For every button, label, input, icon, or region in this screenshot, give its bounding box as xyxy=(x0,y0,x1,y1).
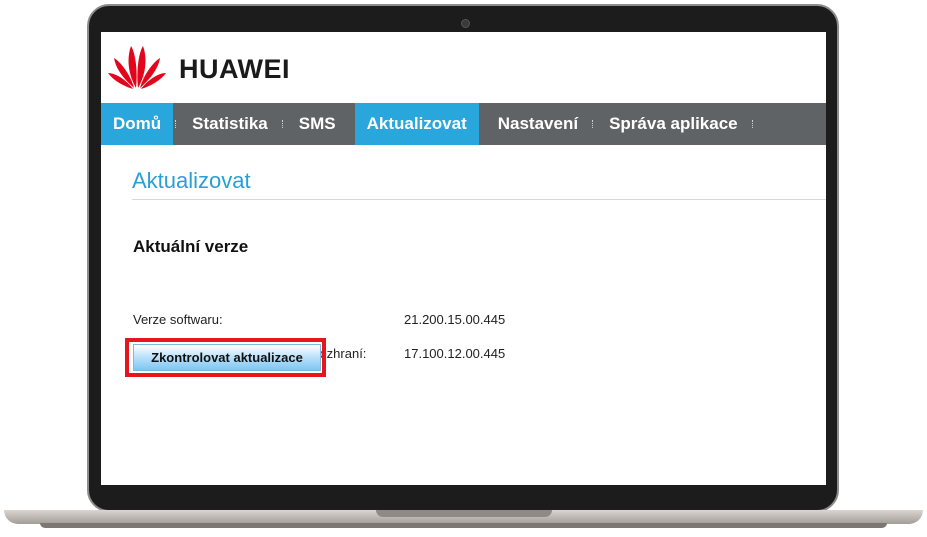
section-title: Aktuální verze xyxy=(133,237,249,256)
title-divider xyxy=(132,199,826,200)
nav-item-aktualizovat[interactable]: Aktualizovat xyxy=(354,103,479,145)
nav-item-statistika[interactable]: Statistika xyxy=(180,103,280,145)
nav-item-nastaveni[interactable]: Nastavení xyxy=(486,103,590,145)
check-updates-button[interactable]: Zkontrolovat aktualizace xyxy=(133,344,321,371)
browser-screen: HUAWEI Domů Statistika SMS Aktualizovat … xyxy=(101,32,826,485)
nav-separator xyxy=(592,120,595,128)
laptop-notch xyxy=(376,510,552,517)
nav-separator xyxy=(281,120,285,128)
nav-item-sms[interactable]: SMS xyxy=(287,103,348,145)
nav-separator xyxy=(175,120,178,128)
brand-name: HUAWEI xyxy=(179,54,290,84)
main-nav: Domů Statistika SMS Aktualizovat Nastave… xyxy=(101,103,826,145)
nav-separator xyxy=(751,120,755,128)
webui-version-value: 17.100.12.00.445 xyxy=(404,346,506,361)
header: HUAWEI xyxy=(101,32,826,103)
huawei-petals-icon xyxy=(108,46,166,89)
software-version-value: 21.200.15.00.445 xyxy=(404,312,506,327)
nav-item-sprava-aplikace[interactable]: Správa aplikace xyxy=(597,103,750,145)
laptop-base-foot xyxy=(40,523,887,528)
camera-icon xyxy=(461,19,470,28)
nav-item-domu[interactable]: Domů xyxy=(101,103,174,145)
software-version-label: Verze softwaru: xyxy=(133,312,223,327)
page-title: Aktualizovat xyxy=(132,168,251,193)
